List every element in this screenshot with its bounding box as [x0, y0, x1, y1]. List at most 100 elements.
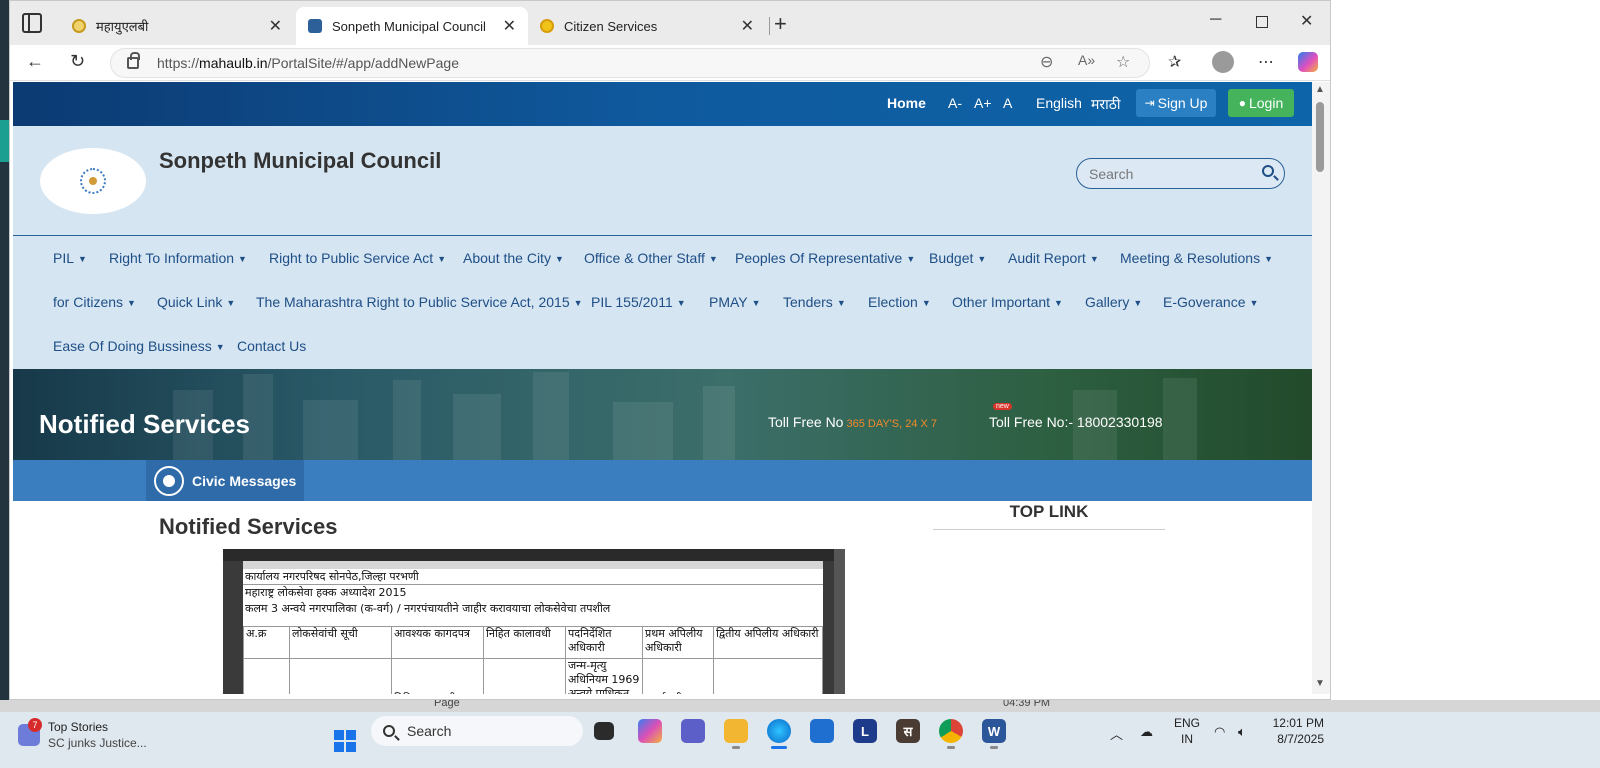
- civic-messages-button[interactable]: Civic Messages: [146, 460, 304, 501]
- l-app-icon[interactable]: L: [853, 719, 877, 743]
- search-placeholder: Search: [1089, 165, 1134, 182]
- caret-down-icon: ▼: [708, 254, 718, 264]
- marathi-link[interactable]: मराठी: [1091, 95, 1120, 114]
- address-bar[interactable]: https://mahaulb.in/PortalSite/#/app/addN…: [110, 48, 1150, 78]
- english-link[interactable]: English: [1036, 95, 1082, 111]
- toll-availability: 365 DAY'S, 24 X 7: [846, 418, 938, 430]
- sign-up-button[interactable]: ⇥ Sign Up: [1136, 89, 1216, 117]
- nav-tenders[interactable]: Tenders ▼: [783, 294, 846, 310]
- onedrive-icon[interactable]: ☁: [1140, 724, 1153, 740]
- caret-down-icon: ▼: [1089, 254, 1099, 264]
- profile-avatar[interactable]: [1212, 51, 1234, 73]
- page-scrollbar-thumb[interactable]: [1316, 102, 1324, 172]
- nav-gallery[interactable]: Gallery ▼: [1085, 294, 1142, 310]
- word-icon[interactable]: W: [982, 719, 1006, 743]
- table-header: पदनिर्देशित अधिकारी: [565, 626, 643, 659]
- news-icon: 7: [18, 718, 42, 746]
- council-logo[interactable]: [40, 148, 146, 214]
- maximize-icon[interactable]: [1256, 16, 1268, 28]
- font-increase-link[interactable]: A+: [974, 95, 992, 111]
- favorites-icon[interactable]: ✰: [1168, 52, 1181, 72]
- nav-budget[interactable]: Budget ▼: [929, 250, 986, 266]
- copilot-icon[interactable]: [1298, 52, 1318, 72]
- show-hidden-icons-icon[interactable]: ︿: [1110, 724, 1123, 743]
- nav-quick-link[interactable]: Quick Link ▼: [157, 294, 235, 310]
- taskbar-search[interactable]: Search: [371, 716, 583, 746]
- caret-down-icon: ▼: [437, 254, 447, 264]
- zoom-out-icon[interactable]: ⊖: [1040, 52, 1053, 72]
- close-window-icon[interactable]: ✕: [1300, 11, 1313, 31]
- clock[interactable]: 12:01 PM 8/7/2025: [1270, 715, 1324, 747]
- news-widget[interactable]: 7 Top Stories SC junks Justice...: [18, 718, 147, 750]
- nav-election[interactable]: Election ▼: [868, 294, 931, 310]
- language-indicator[interactable]: ENG IN: [1174, 715, 1200, 747]
- search-input[interactable]: Search: [1076, 158, 1285, 189]
- tab-actions-icon[interactable]: [22, 13, 42, 33]
- close-tab-icon[interactable]: ✕: [503, 16, 516, 36]
- more-options-icon[interactable]: ⋯: [1258, 52, 1274, 72]
- tab-favicon-icon: [72, 19, 86, 33]
- nav-pil-155[interactable]: PIL 155/2011 ▼: [591, 294, 686, 310]
- read-aloud-icon[interactable]: A»: [1078, 52, 1095, 68]
- wifi-icon[interactable]: ◠: [1214, 724, 1225, 740]
- edge-browser-icon[interactable]: [767, 719, 791, 743]
- nav-ease-of-doing-business[interactable]: Ease Of Doing Bussiness ▼: [53, 338, 225, 354]
- volume-icon[interactable]: 🔈︎: [1238, 724, 1246, 740]
- search-icon[interactable]: [1262, 165, 1274, 177]
- scroll-up-icon[interactable]: ▲: [1315, 84, 1325, 95]
- nav-other-important[interactable]: Other Important ▼: [952, 294, 1063, 310]
- news-subtitle: SC junks Justice...: [48, 736, 147, 750]
- copilot-app-icon[interactable]: [638, 719, 662, 743]
- caret-down-icon: ▼: [127, 298, 136, 308]
- file-explorer-icon[interactable]: [724, 719, 748, 743]
- tab-sonpeth[interactable]: Sonpeth Municipal Council ✕: [296, 7, 528, 45]
- caret-down-icon: ▼: [906, 254, 916, 264]
- doc-line-1: कार्यालय नगरपरिषद सोनपेठ,जिल्हा परभणी: [243, 569, 823, 585]
- nav-for-citizens[interactable]: for Citizens ▼: [53, 294, 136, 310]
- civic-messages-bar: Civic Messages: [13, 460, 1312, 501]
- nav-peoples-representative[interactable]: Peoples Of Representative ▼: [735, 250, 915, 266]
- caret-down-icon: ▼: [554, 254, 564, 264]
- back-icon[interactable]: ←: [26, 51, 44, 72]
- close-tab-icon[interactable]: ✕: [741, 16, 754, 36]
- close-tab-icon[interactable]: ✕: [269, 16, 282, 36]
- minimize-icon[interactable]: ─: [1210, 11, 1221, 29]
- font-normal-link[interactable]: A: [1003, 95, 1012, 111]
- nav-audit-report[interactable]: Audit Report ▼: [1008, 250, 1099, 266]
- tab-citizen-services[interactable]: Citizen Services ✕: [528, 7, 766, 45]
- page-scrollbar[interactable]: ▲ ▼: [1312, 82, 1330, 694]
- caret-down-icon: ▼: [573, 298, 583, 308]
- refresh-icon[interactable]: ↻: [70, 51, 85, 72]
- login-button[interactable]: ● Login: [1228, 89, 1294, 117]
- start-windows-icon[interactable]: [334, 730, 356, 752]
- chrome-icon[interactable]: [939, 719, 963, 743]
- nav-about-the-city[interactable]: About the City ▼: [463, 250, 564, 266]
- tab-favicon-icon: [540, 19, 554, 33]
- scroll-down-icon[interactable]: ▼: [1315, 678, 1325, 689]
- home-link[interactable]: Home: [887, 95, 926, 111]
- marathi-app-icon[interactable]: स: [896, 719, 920, 743]
- nav-contact-us[interactable]: Contact Us: [237, 338, 306, 354]
- lock-icon[interactable]: [127, 52, 140, 69]
- nav-pmay[interactable]: PMAY ▼: [709, 294, 761, 310]
- nav-meeting-resolutions[interactable]: Meeting & Resolutions ▼: [1120, 250, 1273, 266]
- font-decrease-link[interactable]: A-: [948, 95, 962, 111]
- nav-right-to-public-service-act[interactable]: Right to Public Service Act ▼: [269, 250, 446, 266]
- favorite-star-icon[interactable]: ☆: [1116, 52, 1130, 72]
- nav-office-staff[interactable]: Office & Other Staff ▼: [584, 250, 718, 266]
- site-header: Sonpeth Municipal Council Search: [13, 126, 1312, 236]
- caret-down-icon: ▼: [1133, 298, 1143, 308]
- nav-right-to-information[interactable]: Right To Information ▼: [109, 250, 247, 266]
- news-title: Top Stories: [48, 720, 109, 734]
- document-viewer[interactable]: कार्यालय नगरपरिषद सोनपेठ,जिल्हा परभणी मह…: [223, 549, 845, 694]
- document-scrollbar[interactable]: [834, 549, 845, 694]
- store-icon[interactable]: [810, 719, 834, 743]
- nav-pil[interactable]: PIL ▼: [53, 250, 87, 266]
- teams-icon[interactable]: [681, 719, 705, 743]
- table-cell: [289, 658, 392, 694]
- nav-e-goverance[interactable]: E-Goverance ▼: [1163, 294, 1258, 310]
- tab-mahaulb[interactable]: महायुएलबी ✕: [60, 7, 294, 45]
- new-tab-icon[interactable]: +: [774, 11, 787, 37]
- nav-maharashtra-rps-act[interactable]: The Maharashtra Right to Public Service …: [256, 294, 583, 310]
- task-view-icon[interactable]: [594, 722, 614, 740]
